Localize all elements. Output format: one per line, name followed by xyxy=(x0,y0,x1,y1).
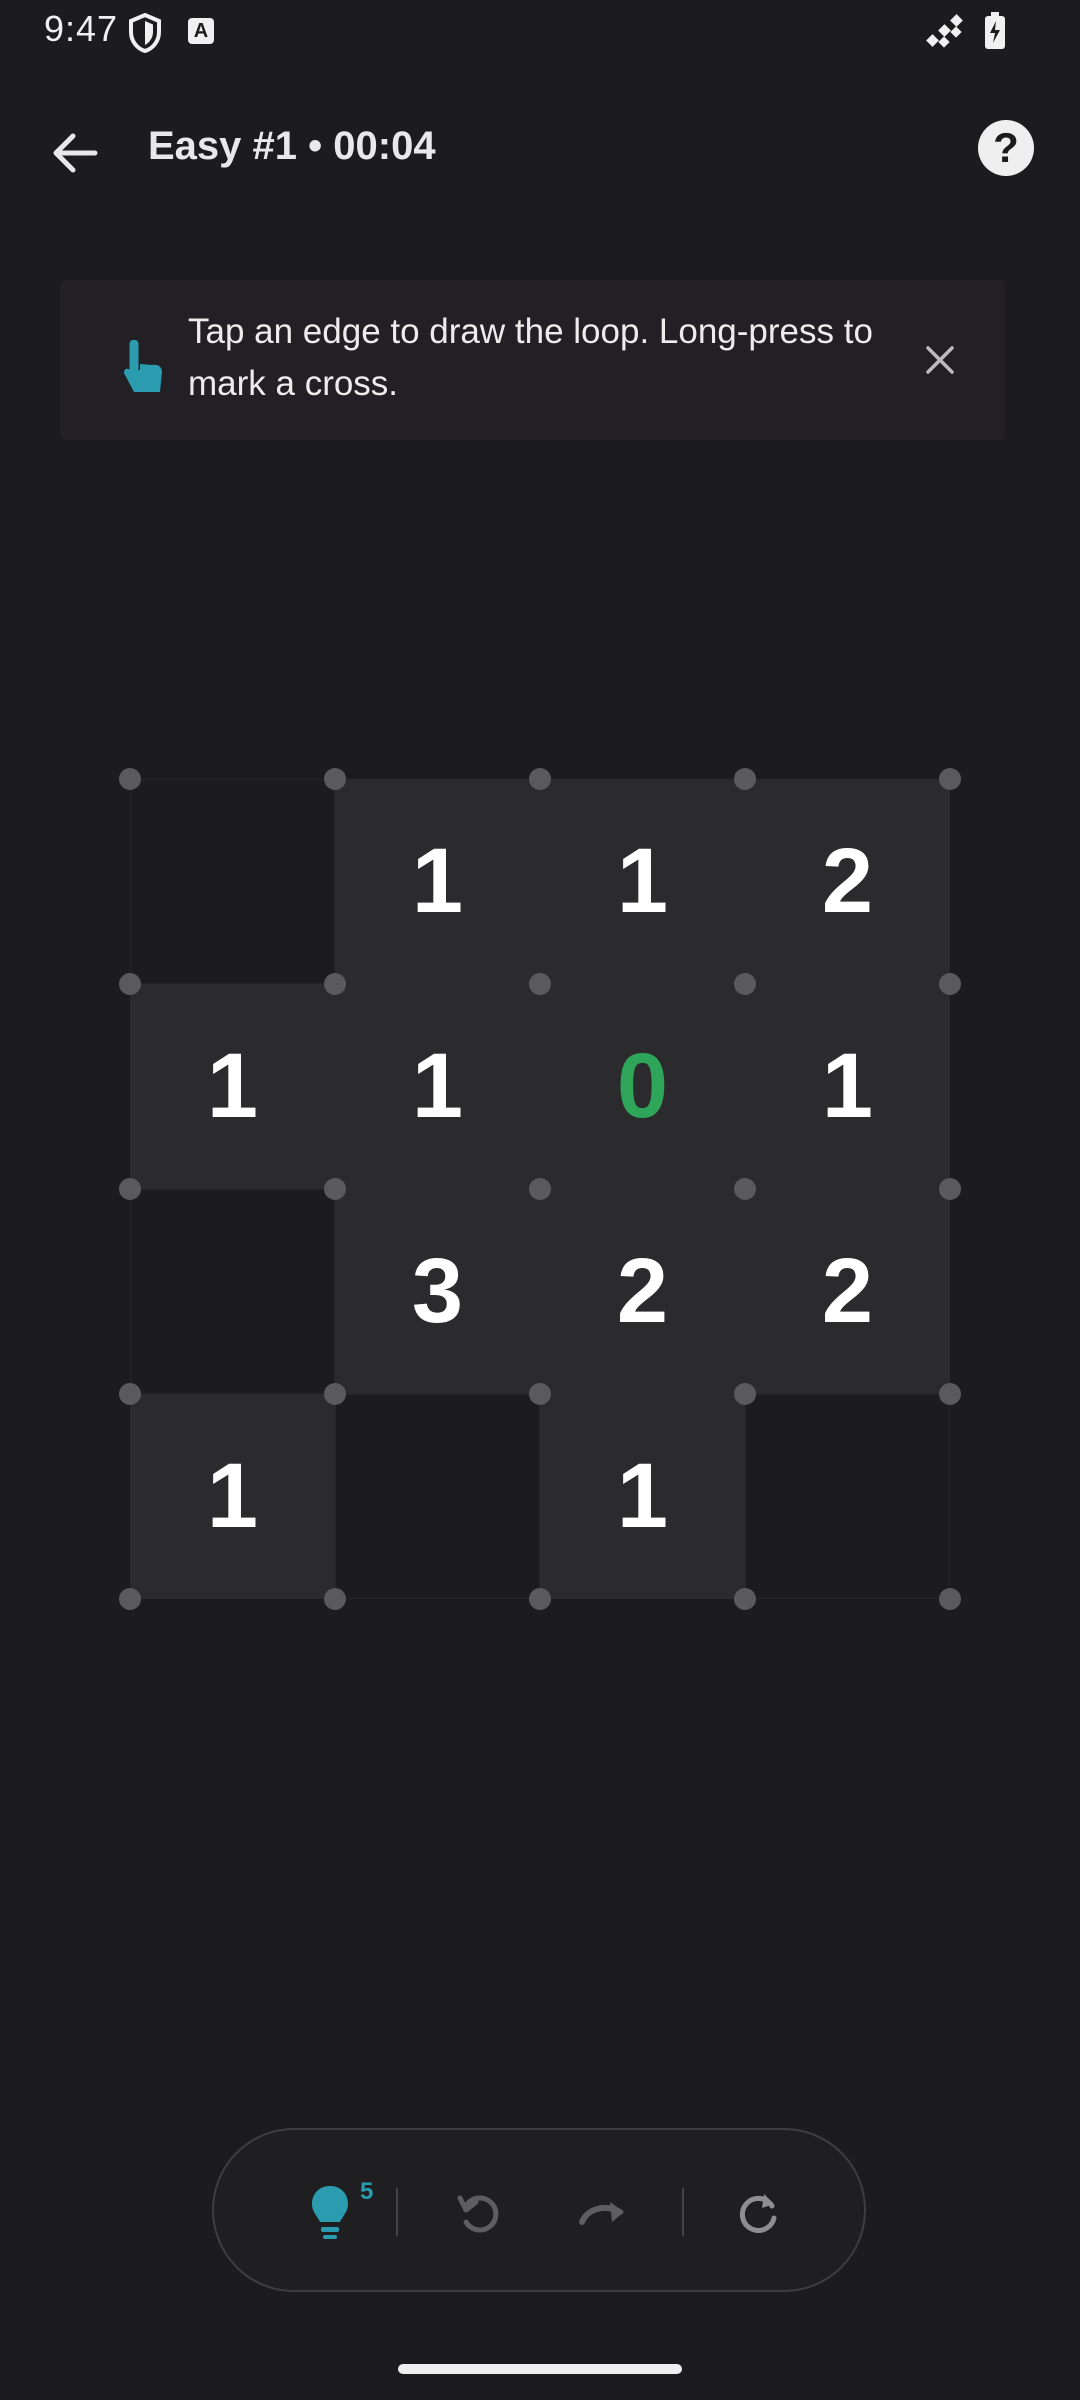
grid-vertex xyxy=(734,973,756,995)
app-bar: Easy #1 • 00:04 ? xyxy=(0,100,1080,200)
hint-text: Tap an edge to draw the loop. Long-press… xyxy=(188,312,873,403)
tap-hand-icon xyxy=(124,340,162,392)
grid-vertex xyxy=(324,1383,346,1405)
puzzle-cell[interactable]: 0 xyxy=(540,984,745,1189)
puzzle-cell[interactable]: 1 xyxy=(540,1394,745,1599)
grid-vertex xyxy=(529,973,551,995)
status-time: 9:47 xyxy=(44,8,119,49)
page-title: Easy #1 • 00:04 xyxy=(148,124,436,168)
lightbulb-icon xyxy=(312,2186,348,2239)
bottom-toolbar: 5 xyxy=(212,2128,866,2292)
grid-vertex xyxy=(734,1178,756,1200)
redo-icon xyxy=(579,2202,624,2225)
puzzle-cell[interactable]: 3 xyxy=(335,1189,540,1394)
puzzle-cell[interactable]: 2 xyxy=(745,1189,950,1394)
grid-vertex xyxy=(734,1383,756,1405)
puzzle-cell[interactable]: 2 xyxy=(540,1189,745,1394)
toolbar-divider xyxy=(396,2188,398,2236)
grid-vertex xyxy=(529,768,551,790)
hint-count: 5 xyxy=(360,2178,374,2205)
shield-icon xyxy=(129,13,161,53)
grid-vertex xyxy=(324,1588,346,1610)
grid-vertex xyxy=(119,973,141,995)
close-hint-button[interactable] xyxy=(912,332,968,388)
puzzle-cell[interactable] xyxy=(335,1394,540,1599)
close-icon xyxy=(926,346,954,374)
grid-vertex xyxy=(119,768,141,790)
grid-vertex xyxy=(119,1588,141,1610)
puzzle-cell[interactable] xyxy=(130,1189,335,1394)
restart-button[interactable] xyxy=(722,2174,798,2250)
signal-icon xyxy=(926,14,963,48)
grid-vertex xyxy=(939,1383,961,1405)
puzzle-cell[interactable]: 1 xyxy=(540,779,745,984)
toolbar-divider xyxy=(682,2188,684,2236)
puzzle-cell[interactable]: 2 xyxy=(745,779,950,984)
battery-charging-icon xyxy=(985,12,1005,49)
grid-vertex xyxy=(324,1178,346,1200)
help-button[interactable]: ? xyxy=(978,120,1034,176)
puzzle-cell[interactable]: 1 xyxy=(335,779,540,984)
grid-vertex xyxy=(939,768,961,790)
home-indicator[interactable] xyxy=(398,2364,682,2374)
grid-vertex xyxy=(529,1178,551,1200)
grid-vertex xyxy=(119,1178,141,1200)
puzzle-cell[interactable]: 1 xyxy=(745,984,950,1189)
puzzle-cell[interactable] xyxy=(745,1394,950,1599)
puzzle-cell[interactable] xyxy=(130,779,335,984)
hint-button[interactable] xyxy=(292,2174,368,2250)
grid-vertex xyxy=(939,973,961,995)
redo-button[interactable] xyxy=(566,2174,642,2250)
hint-banner: Tap an edge to draw the loop. Long-press… xyxy=(60,280,1005,440)
font-a-icon: A xyxy=(188,18,214,44)
grid-vertex xyxy=(939,1178,961,1200)
status-bar: 9:47 A xyxy=(0,0,1080,64)
undo-button[interactable] xyxy=(440,2174,516,2250)
grid-vertex xyxy=(324,768,346,790)
puzzle-cell[interactable]: 1 xyxy=(130,984,335,1189)
grid-vertex xyxy=(529,1383,551,1405)
grid-vertex xyxy=(119,1383,141,1405)
grid-vertex xyxy=(529,1588,551,1610)
arrow-left-icon xyxy=(53,133,98,173)
grid-vertex xyxy=(324,973,346,995)
restart-icon xyxy=(739,2194,777,2233)
grid-vertex xyxy=(734,1588,756,1610)
puzzle-cell[interactable]: 1 xyxy=(130,1394,335,1599)
grid-vertex xyxy=(939,1588,961,1610)
back-button[interactable] xyxy=(40,118,110,188)
grid-vertex xyxy=(734,768,756,790)
puzzle-cell[interactable]: 1 xyxy=(335,984,540,1189)
undo-icon xyxy=(457,2195,499,2233)
